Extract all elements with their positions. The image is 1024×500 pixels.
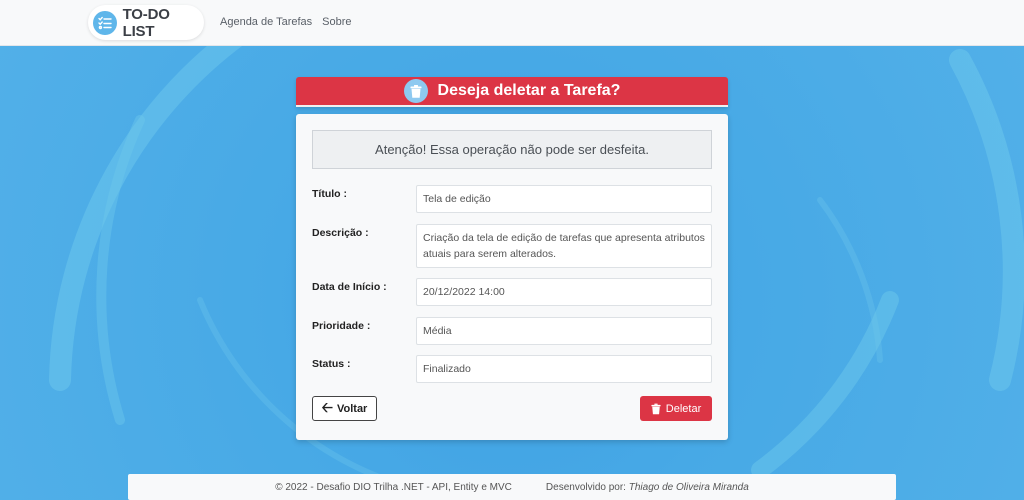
field-value-status: Finalizado (416, 355, 712, 383)
back-button-label: Voltar (336, 402, 368, 415)
footer: © 2022 - Desafio DIO Trilha .NET - API, … (128, 474, 896, 500)
footer-credit: Desenvolvido por: Thiago de Oliveira Mir… (546, 482, 749, 493)
field-label: Prioridade : (312, 320, 371, 332)
trash-icon (651, 403, 661, 415)
trash-icon (403, 79, 428, 103)
field-value-prioridade: Média (416, 317, 712, 345)
nav-links: Agenda de Tarefas Sobre (220, 16, 352, 28)
brand-title: TO-DO LIST (122, 5, 170, 40)
back-button[interactable]: 🡠 Voltar (312, 396, 377, 421)
field-value-titulo: Tela de edição (416, 185, 712, 213)
arrow-left-icon: 🡠 (321, 398, 333, 415)
field-row-data-inicio: Data de Início : 20/12/2022 14:00 (312, 278, 712, 306)
field-label: Descrição : (312, 227, 369, 239)
nav-link-sobre[interactable]: Sobre (322, 16, 351, 28)
field-row-prioridade: Prioridade : Média (312, 317, 712, 345)
field-label: Status : (312, 358, 351, 370)
navbar: TO-DO LIST Agenda de Tarefas Sobre (0, 0, 1024, 46)
field-row-status: Status : Finalizado (312, 355, 712, 383)
field-row-titulo: Título : Tela de edição (312, 185, 712, 213)
field-value-data-inicio: 20/12/2022 14:00 (416, 278, 712, 306)
field-row-descricao: Descrição : Criação da tela de edição de… (312, 224, 712, 268)
dialog-title: Deseja deletar a Tarefa? (437, 82, 621, 99)
field-label: Título : (312, 188, 347, 200)
delete-button-label: Deletar (665, 402, 702, 415)
delete-confirmation-card: Atenção! Essa operação não pode ser desf… (296, 114, 728, 440)
footer-author: Thiago de Oliveira Miranda (628, 481, 749, 493)
nav-link-agenda[interactable]: Agenda de Tarefas (220, 16, 312, 28)
dialog-header: Deseja deletar a Tarefa? (296, 77, 728, 107)
field-value-descricao: Criação da tela de edição de tarefas que… (416, 224, 712, 268)
delete-button[interactable]: Deletar (640, 396, 712, 421)
warning-alert: Atenção! Essa operação não pode ser desf… (312, 130, 712, 169)
brand-logo[interactable]: TO-DO LIST (88, 5, 204, 40)
field-label: Data de Início : (312, 281, 387, 293)
footer-copyright: © 2022 - Desafio DIO Trilha .NET - API, … (275, 481, 512, 493)
checklist-icon (93, 10, 117, 35)
footer-credit-prefix: Desenvolvido por: (545, 481, 626, 493)
